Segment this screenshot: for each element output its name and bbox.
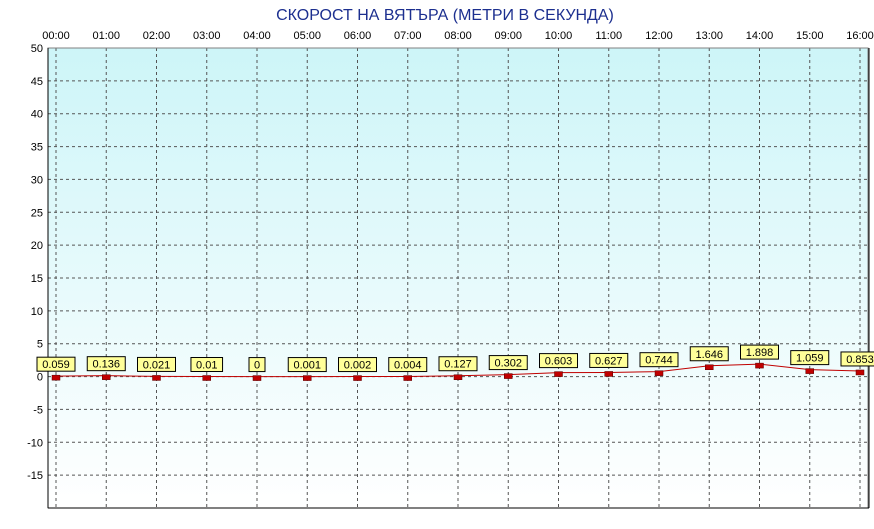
y-tick-label: 35 bbox=[31, 142, 43, 154]
x-tick-label: 00:00 bbox=[42, 30, 70, 42]
data-point bbox=[102, 374, 111, 380]
x-tick-label: 01:00 bbox=[92, 30, 120, 42]
y-tick-label: 45 bbox=[31, 76, 43, 88]
data-point bbox=[202, 375, 211, 381]
y-tick-label: 15 bbox=[31, 273, 43, 285]
data-point bbox=[504, 373, 513, 379]
data-label: 0.001 bbox=[293, 360, 321, 372]
x-tick-label: 06:00 bbox=[344, 30, 372, 42]
x-tick-label: 04:00 bbox=[243, 30, 271, 42]
y-tick-label: -15 bbox=[27, 470, 43, 482]
data-label: 0.004 bbox=[394, 360, 422, 372]
x-tick-label: 14:00 bbox=[746, 30, 774, 42]
x-tick-label: 02:00 bbox=[143, 30, 171, 42]
x-tick-label: 11:00 bbox=[595, 30, 622, 42]
chart-title: СКОРОСТ НА ВЯТЪРА (МЕТРИ В СЕКУНДА) bbox=[276, 7, 614, 24]
y-tick-label: 10 bbox=[31, 306, 43, 318]
chart-svg: СКОРОСТ НА ВЯТЪРА (МЕТРИ В СЕКУНДА) 00:0… bbox=[27, 7, 874, 509]
data-label: 1.646 bbox=[695, 349, 723, 361]
wind-speed-chart: СКОРОСТ НА ВЯТЪРА (МЕТРИ В СЕКУНДА) 00:0… bbox=[0, 0, 874, 529]
data-label: 0.603 bbox=[545, 356, 573, 368]
x-tick-label: 13:00 bbox=[695, 30, 723, 42]
data-label: 0.002 bbox=[344, 360, 372, 372]
y-tick-labels: 50454035302520151050-5-10-15 bbox=[27, 43, 43, 482]
data-point bbox=[554, 371, 563, 377]
y-tick-label: 50 bbox=[31, 43, 43, 55]
data-label: 0.01 bbox=[196, 360, 217, 372]
data-label: 0.059 bbox=[42, 359, 70, 371]
data-point bbox=[303, 375, 312, 381]
data-label: 1.898 bbox=[746, 347, 774, 359]
data-point bbox=[453, 374, 463, 380]
y-tick-label: 25 bbox=[31, 207, 43, 219]
data-label: 0 bbox=[254, 360, 260, 372]
x-tick-label: 03:00 bbox=[193, 30, 221, 42]
data-point bbox=[51, 374, 61, 381]
data-point bbox=[755, 362, 764, 369]
x-tick-label: 12:00 bbox=[645, 30, 673, 42]
x-tick-label: 07:00 bbox=[394, 30, 422, 42]
x-tick-label: 16:00 bbox=[846, 30, 874, 42]
data-label: 0.127 bbox=[444, 359, 472, 371]
data-point bbox=[855, 369, 865, 376]
data-point bbox=[252, 375, 262, 381]
y-tick-label: -10 bbox=[27, 437, 43, 449]
data-label: 0.136 bbox=[92, 359, 120, 371]
data-label: 0.021 bbox=[143, 359, 171, 371]
data-label: 1.059 bbox=[796, 353, 824, 365]
data-label: 0.853 bbox=[846, 354, 874, 366]
x-tick-label: 10:00 bbox=[545, 30, 573, 42]
data-label: 0.627 bbox=[595, 355, 623, 367]
y-tick-label: 20 bbox=[31, 240, 43, 252]
data-point bbox=[654, 370, 664, 376]
x-tick-labels: 00:00 01:00 02:00 03:00 04:00 05:00 06:00 07:00… bbox=[42, 30, 874, 42]
data-point bbox=[805, 368, 814, 374]
y-tick-label: 5 bbox=[37, 339, 43, 351]
y-tick-label: -5 bbox=[33, 404, 43, 416]
x-tick-label: 09:00 bbox=[494, 30, 522, 42]
data-point bbox=[705, 364, 714, 371]
data-point bbox=[403, 375, 412, 381]
data-point bbox=[604, 371, 613, 377]
y-tick-label: 30 bbox=[31, 174, 43, 186]
data-point bbox=[353, 375, 362, 381]
x-tick-label: 05:00 bbox=[293, 30, 321, 42]
data-point bbox=[152, 375, 161, 381]
x-tick-label: 08:00 bbox=[444, 30, 472, 42]
data-label: 0.302 bbox=[494, 358, 522, 370]
x-tick-label: 15:00 bbox=[796, 30, 824, 42]
y-tick-label: 40 bbox=[31, 109, 43, 121]
data-label: 0.744 bbox=[645, 355, 673, 367]
y-tick-label: 0 bbox=[37, 372, 43, 384]
